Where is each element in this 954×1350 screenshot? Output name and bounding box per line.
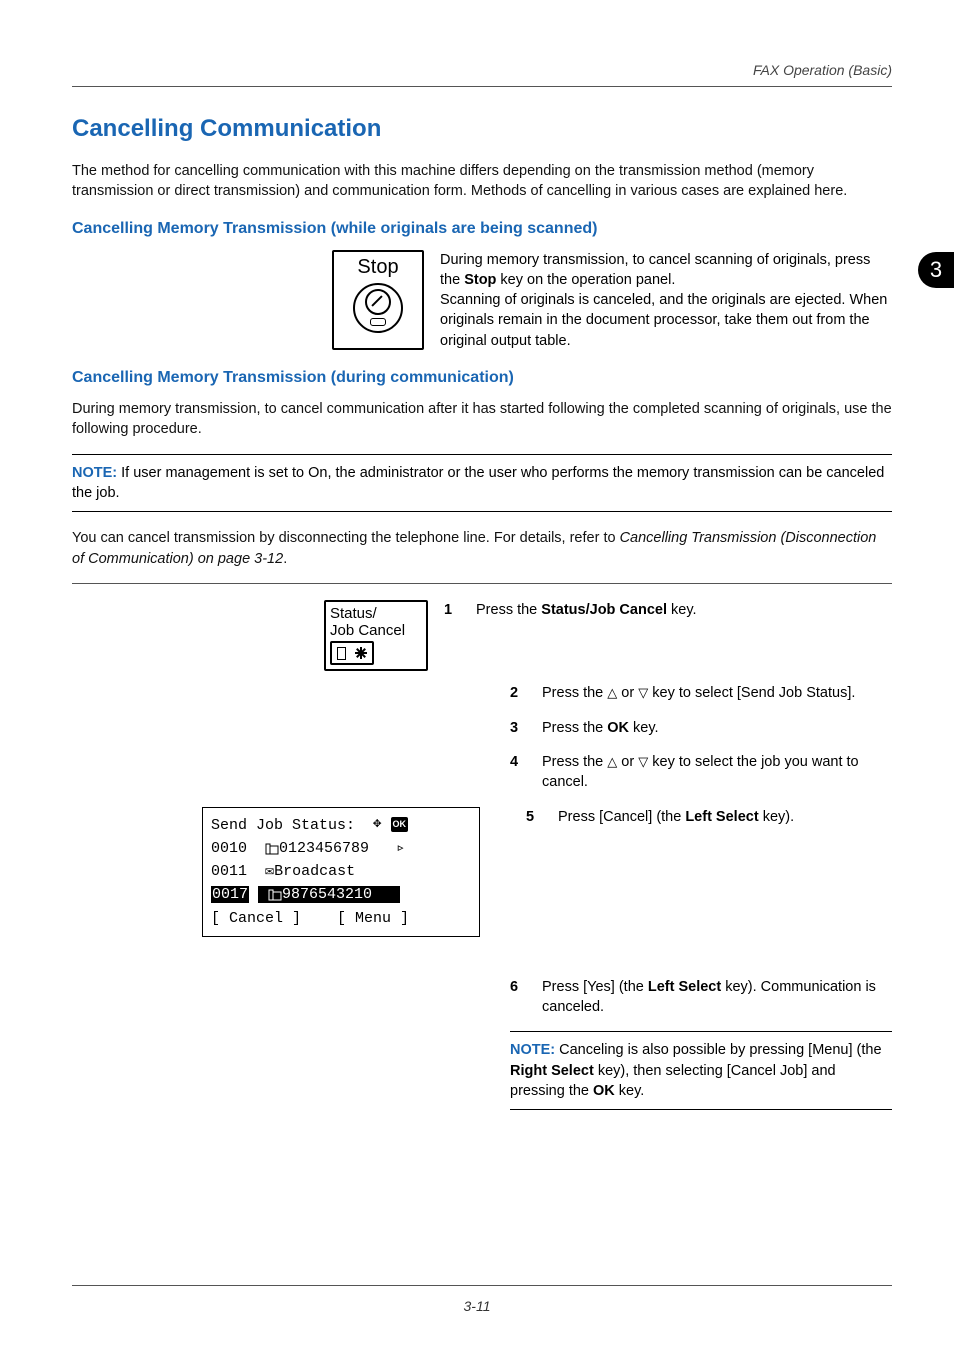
lcd-display: Send Job Status: ✥ OK 0010 0123456789 ▹ … [202,807,480,937]
intro-paragraph: The method for cancelling communication … [72,161,892,202]
status-key-illustration: Status/ Job Cancel [324,600,428,672]
section2-heading: Cancelling Memory Transmission (during c… [72,369,892,387]
note-1: NOTE: If user management is set to On, t… [72,454,892,513]
note-2: NOTE: Canceling is also possible by pres… [510,1031,892,1110]
step-5: 5 Press [Cancel] (the Left Select key). [526,807,892,827]
step-1: 1 Press the Status/Job Cancel key. [444,600,892,620]
lcd-softkey-row: [ Cancel ] [ Menu ] [211,907,471,930]
section1-text: During memory transmission, to cancel sc… [440,250,892,351]
led-icon [337,647,346,660]
step-4: 4 Press the △ or ▽ key to select the job… [510,752,892,793]
lcd-row-2: 0011 ✉Broadcast [211,860,471,883]
fax-icon [265,843,279,855]
fax-icon [268,889,282,901]
step-3: 3 Press the OK key. [510,718,892,738]
play-icon: ▹ [396,840,405,857]
step-6: 6 Press [Yes] (the Left Select key). Com… [510,977,892,1018]
note-label: NOTE: [510,1042,555,1058]
stop-key-illustration: Stop [332,250,424,350]
page-title: Cancelling Communication [72,115,892,143]
chapter-tab: 3 [918,252,954,288]
down-triangle-icon: ▽ [638,684,648,702]
header-section: FAX Operation (Basic) [72,62,892,78]
section2-paragraph-2: You can cancel transmission by disconnec… [72,528,892,569]
divider [72,583,892,584]
page-number: 3-11 [0,1298,954,1314]
stop-key-ring-icon [353,283,403,333]
nav-arrows-icon: ✥ [373,814,381,836]
lcd-row-1: 0010 0123456789 ▹ [211,837,471,860]
up-triangle-icon: △ [607,684,617,702]
lcd-row-3-selected: 0017 9876543210 [211,883,471,906]
section1-heading: Cancelling Memory Transmission (while or… [72,220,892,238]
step-2: 2 Press the △ or ▽ key to select [Send J… [510,683,892,703]
note-label: NOTE: [72,465,117,481]
stop-key-label: Stop [357,256,398,279]
status-key-label-line2: Job Cancel [330,622,405,639]
cancel-circle-icon [365,289,391,315]
down-triangle-icon: ▽ [638,753,648,771]
led-slot-icon [370,318,386,326]
section2-paragraph: During memory transmission, to cancel co… [72,399,892,440]
mail-icon: ✉ [265,863,274,880]
status-key-label-line1: Status/ [330,605,377,622]
status-key-button-icon [330,641,374,665]
footer-divider [72,1285,892,1286]
header-divider [72,86,892,87]
up-triangle-icon: △ [607,753,617,771]
lcd-title-row: Send Job Status: ✥ OK [211,814,471,837]
burst-icon [355,647,367,659]
ok-badge-icon: OK [391,817,409,833]
